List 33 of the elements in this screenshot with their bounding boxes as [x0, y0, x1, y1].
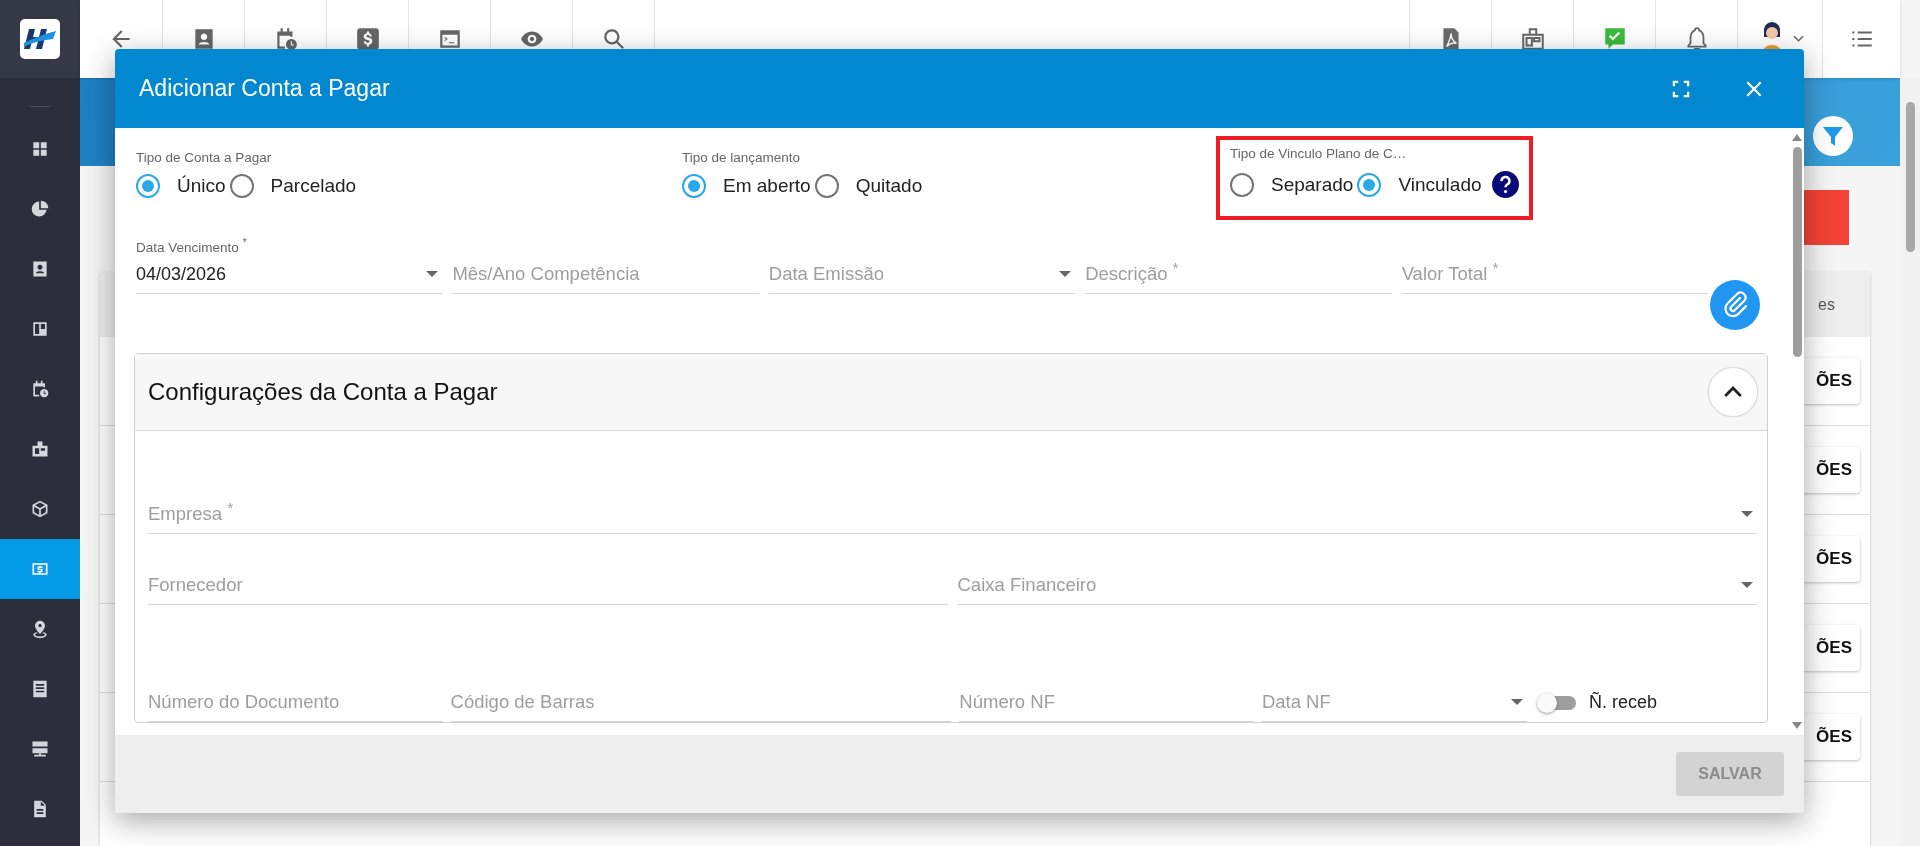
input-field[interactable]: Data Vencimento $^{*}$ 04/03/2026	[136, 236, 443, 294]
board-icon	[30, 319, 50, 339]
radio-option[interactable]: Único	[136, 174, 226, 198]
server-icon	[30, 739, 50, 759]
calendar-clock-icon	[30, 379, 50, 399]
panel-title: Configurações da Conta a Pagar	[148, 378, 499, 406]
building-icon	[30, 439, 50, 459]
radio-option[interactable]: Vinculado	[1355, 172, 1482, 197]
contact-card-icon	[30, 259, 50, 279]
building-icon	[1519, 26, 1546, 52]
grid-icon	[30, 139, 50, 159]
box-icon	[30, 499, 50, 519]
dollar-icon	[354, 26, 381, 52]
pie-chart-icon	[30, 199, 50, 219]
caret-icon	[1792, 35, 1804, 43]
radio-group-label: Tipo de Conta a Pagar	[136, 150, 273, 165]
dialog-title: Adicionar Conta a Pagar	[139, 75, 391, 102]
radio-group-label: Tipo de Vinculo Plano de C…	[1230, 146, 1408, 161]
column-header: es	[1818, 295, 1835, 314]
radio-option[interactable]: Em aberto	[682, 174, 811, 198]
radio-option[interactable]: Separado	[1230, 172, 1354, 197]
logo-icon[interactable]	[20, 19, 60, 59]
page-scrollbar[interactable]	[1900, 78, 1920, 846]
help-icon[interactable]	[1491, 171, 1519, 198]
map-pin-icon	[30, 619, 50, 639]
radio-option[interactable]: Quitado	[812, 174, 923, 198]
receipt-icon	[30, 679, 50, 699]
filter-button[interactable]	[1813, 116, 1853, 156]
collapse-button[interactable]	[1707, 366, 1759, 418]
radio-group-label: Tipo de lançamento	[682, 150, 802, 165]
radio-option[interactable]: Parcelado	[227, 174, 357, 198]
switch-toggle[interactable]: Ñ. receb	[1539, 692, 1657, 713]
attach-button[interactable]	[1710, 280, 1760, 330]
